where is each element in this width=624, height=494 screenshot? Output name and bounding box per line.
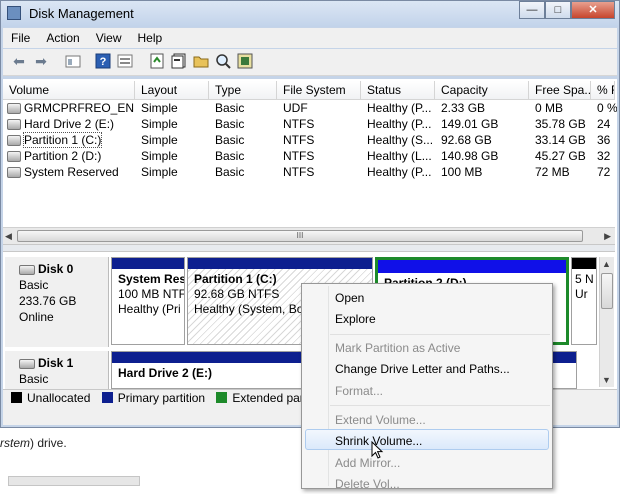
- scroll-down-arrow-icon[interactable]: ▼: [602, 375, 611, 385]
- disk-management-icon: [7, 6, 21, 20]
- table-row[interactable]: System Reserved Simple Basic NTFS Health…: [3, 164, 615, 180]
- col-layout[interactable]: Layout: [135, 81, 209, 99]
- col-volume[interactable]: Volume: [3, 81, 135, 99]
- properties-icon[interactable]: [117, 53, 133, 69]
- volume-icon: [7, 119, 21, 131]
- volume-icon: [7, 135, 21, 147]
- menu-file[interactable]: File: [3, 28, 38, 48]
- mouse-pointer-icon: [371, 441, 384, 459]
- partition-system-reserved[interactable]: System Res 100 MB NTF Healthy (Pri: [111, 257, 185, 345]
- properties-sheet-icon[interactable]: [171, 53, 187, 69]
- partition-unallocated[interactable]: 5 N Ur: [571, 257, 597, 345]
- col-free-space[interactable]: Free Spa...: [529, 81, 591, 99]
- svg-text:?: ?: [100, 56, 107, 68]
- volume-icon: [7, 167, 21, 179]
- table-row[interactable]: Hard Drive 2 (E:) Simple Basic NTFS Heal…: [3, 116, 615, 132]
- minimize-button[interactable]: —: [519, 1, 545, 19]
- table-row[interactable]: GRMCPRFREO_EN... Simple Basic UDF Health…: [3, 100, 617, 116]
- menu-change-drive-letter[interactable]: Change Drive Letter and Paths...: [335, 359, 510, 379]
- background-page-text: rstem) drive.: [0, 436, 67, 450]
- disk-1-label[interactable]: Disk 1 Basic: [5, 351, 109, 389]
- scroll-left-arrow-icon[interactable]: ◀: [5, 231, 12, 242]
- settings-icon[interactable]: [237, 53, 253, 69]
- table-row[interactable]: Partition 2 (D:) Simple Basic NTFS Healt…: [3, 148, 615, 164]
- menu-action[interactable]: Action: [38, 28, 87, 48]
- menu-mark-partition-active[interactable]: Mark Partition as Active: [335, 338, 460, 358]
- col-capacity[interactable]: Capacity: [435, 81, 529, 99]
- disk-view-vertical-scrollbar[interactable]: ▲ ▼: [599, 257, 614, 387]
- disk-0-label[interactable]: Disk 0 Basic 233.76 GB Online: [5, 257, 109, 347]
- menu-help[interactable]: Help: [130, 28, 171, 48]
- col-status[interactable]: Status: [361, 81, 435, 99]
- disk-icon: [19, 264, 35, 275]
- vertical-scroll-thumb[interactable]: [601, 273, 613, 309]
- up-icon[interactable]: [65, 53, 81, 69]
- legend-primary-partition: Primary partition: [101, 390, 205, 407]
- table-row[interactable]: Partition 1 (C:) Simple Basic NTFS Healt…: [3, 132, 615, 148]
- volume-list-horizontal-scrollbar[interactable]: ◀ III ▶: [3, 227, 615, 244]
- menu-delete-volume[interactable]: Delete Vol...: [335, 474, 400, 494]
- title-bar[interactable]: Disk Management — □ ✕: [1, 1, 619, 27]
- forward-icon[interactable]: ➡: [33, 53, 49, 69]
- window-controls: — □ ✕: [519, 1, 615, 19]
- menu-explore[interactable]: Explore: [335, 309, 376, 329]
- pane-splitter[interactable]: [3, 244, 615, 252]
- menu-view[interactable]: View: [88, 28, 130, 48]
- menu-extend-volume[interactable]: Extend Volume...: [335, 410, 426, 430]
- menu-bar: File Action View Help: [3, 28, 617, 48]
- volume-table-header: Volume Layout Type File System Status Ca…: [3, 81, 615, 100]
- menu-add-mirror[interactable]: Add Mirror...: [335, 453, 400, 473]
- menu-format[interactable]: Format...: [335, 381, 383, 401]
- open-icon[interactable]: [193, 53, 209, 69]
- disk-icon: [19, 358, 35, 369]
- background-page-box: [8, 476, 140, 486]
- volume-icon: [7, 103, 21, 115]
- col-type[interactable]: Type: [209, 81, 277, 99]
- find-icon[interactable]: [215, 53, 231, 69]
- scroll-right-arrow-icon[interactable]: ▶: [604, 231, 611, 242]
- col-percent-free[interactable]: % F: [591, 81, 615, 99]
- volume-icon: [7, 151, 21, 163]
- help-icon[interactable]: ?: [95, 53, 111, 69]
- legend-unallocated: Unallocated: [11, 390, 90, 407]
- close-button[interactable]: ✕: [571, 1, 615, 19]
- maximize-button[interactable]: □: [545, 1, 571, 19]
- scroll-up-arrow-icon[interactable]: ▲: [602, 259, 611, 269]
- toolbar: ⬅ ➡ ?: [3, 49, 617, 76]
- back-icon[interactable]: ⬅: [11, 53, 27, 69]
- context-menu: Open Explore Mark Partition as Active Ch…: [301, 283, 553, 491]
- window-title: Disk Management: [29, 6, 134, 21]
- refresh-icon[interactable]: [149, 53, 165, 69]
- col-file-system[interactable]: File System: [277, 81, 361, 99]
- menu-open[interactable]: Open: [335, 288, 364, 308]
- horizontal-scroll-thumb[interactable]: III: [17, 230, 583, 242]
